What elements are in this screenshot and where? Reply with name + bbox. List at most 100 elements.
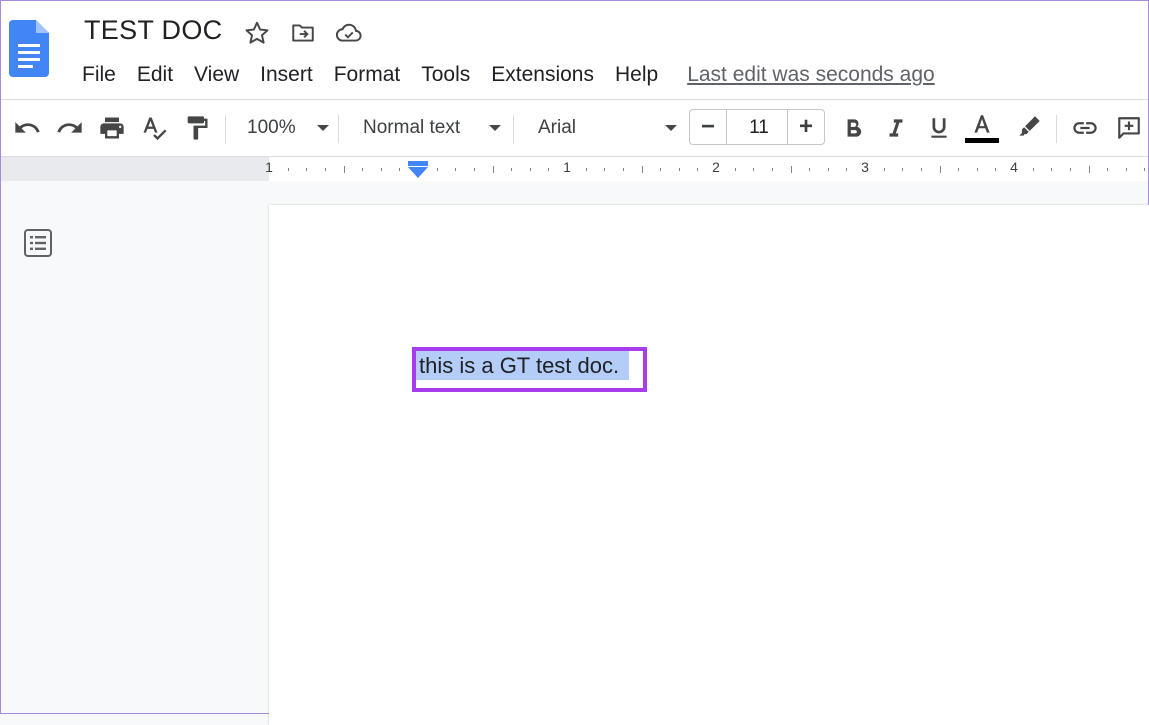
ruler-tick bbox=[678, 167, 680, 171]
ruler-tick bbox=[809, 167, 811, 171]
ruler-tick bbox=[1032, 167, 1034, 171]
bold-button[interactable] bbox=[835, 110, 871, 146]
ruler-label: 2 bbox=[712, 159, 720, 175]
redo-button[interactable] bbox=[52, 110, 88, 146]
outline-icon[interactable] bbox=[23, 228, 53, 258]
ruler-tick bbox=[604, 167, 606, 171]
ruler-tick bbox=[920, 167, 922, 171]
chevron-down-icon bbox=[489, 125, 501, 131]
spellcheck-icon bbox=[143, 117, 167, 141]
ruler-tick bbox=[1125, 167, 1127, 171]
menu-edit[interactable]: Edit bbox=[129, 61, 181, 89]
ruler-tick bbox=[1107, 167, 1109, 171]
ruler-tick bbox=[380, 167, 382, 171]
ruler-tick bbox=[511, 167, 513, 171]
ruler-tick bbox=[287, 167, 289, 171]
cloud-saved-icon bbox=[336, 23, 362, 42]
document-status-button[interactable] bbox=[335, 19, 363, 47]
highlight-icon bbox=[1019, 116, 1040, 136]
toolbar-separator bbox=[338, 115, 339, 143]
ruler-tick bbox=[660, 167, 662, 171]
ruler-tick bbox=[362, 167, 364, 171]
ruler-tick bbox=[958, 167, 960, 171]
document-page[interactable] bbox=[269, 205, 1149, 725]
last-edit-link[interactable]: Last edit was seconds ago bbox=[687, 63, 935, 87]
paragraph-style-value: Normal text bbox=[363, 117, 461, 138]
undo-icon bbox=[15, 122, 40, 133]
ruler-tick bbox=[473, 167, 475, 171]
font-size-stepper: − + bbox=[689, 109, 825, 145]
zoom-select[interactable]: 100% bbox=[241, 110, 329, 146]
print-button[interactable] bbox=[94, 110, 130, 146]
ruler-tick bbox=[492, 165, 494, 173]
ruler-label: 1 bbox=[265, 159, 273, 175]
text-color-button[interactable] bbox=[963, 110, 1001, 146]
decrease-font-size-button[interactable]: − bbox=[690, 110, 727, 144]
ruler-tick bbox=[324, 167, 326, 171]
ruler-tick bbox=[585, 167, 587, 171]
paragraph-style-select[interactable]: Normal text bbox=[355, 110, 501, 146]
ruler-tick bbox=[622, 167, 624, 171]
ruler-tick bbox=[790, 165, 792, 173]
ruler-tick bbox=[436, 167, 438, 171]
bold-icon bbox=[847, 119, 862, 137]
text-color-bar bbox=[965, 138, 999, 143]
star-button[interactable] bbox=[243, 19, 271, 47]
add-comment-icon bbox=[1118, 117, 1140, 139]
font-size-input[interactable] bbox=[727, 112, 791, 144]
insert-link-button[interactable] bbox=[1067, 110, 1103, 146]
link-icon bbox=[1073, 122, 1097, 134]
document-title[interactable]: TEST DOC bbox=[84, 15, 222, 46]
print-icon bbox=[100, 117, 124, 139]
italic-button[interactable] bbox=[878, 110, 914, 146]
menu-extensions[interactable]: Extensions bbox=[483, 61, 602, 89]
indent-marker-icon[interactable] bbox=[408, 161, 428, 179]
toolbar-separator bbox=[1056, 115, 1057, 143]
move-button[interactable] bbox=[289, 19, 317, 47]
menu-tools[interactable]: Tools bbox=[413, 61, 478, 89]
ruler-tick bbox=[1069, 167, 1071, 171]
toolbar-separator bbox=[225, 115, 226, 143]
ruler-tick bbox=[697, 167, 699, 171]
menu-insert[interactable]: Insert bbox=[252, 61, 321, 89]
undo-button[interactable] bbox=[9, 110, 45, 146]
zoom-value: 100% bbox=[247, 117, 296, 138]
paint-format-button[interactable] bbox=[179, 110, 215, 146]
menu-view[interactable]: View bbox=[186, 61, 247, 89]
menu-help[interactable]: Help bbox=[607, 61, 666, 89]
paint-format-icon bbox=[187, 116, 208, 140]
underline-button[interactable] bbox=[921, 110, 957, 146]
increase-font-size-button[interactable]: + bbox=[787, 110, 824, 144]
ruler-tick bbox=[306, 167, 308, 171]
title-bar: TEST DOC File Edit View Insert Format To… bbox=[1, 1, 1148, 100]
selected-document-text[interactable]: this is a GT test doc. bbox=[416, 351, 630, 380]
ruler-tick bbox=[734, 167, 736, 171]
chevron-down-icon bbox=[317, 125, 329, 131]
font-value: Arial bbox=[538, 117, 577, 138]
ruler-tick bbox=[846, 167, 848, 171]
ruler-tick bbox=[1144, 167, 1146, 171]
ruler-label: 1 bbox=[563, 159, 571, 175]
docs-logo-icon[interactable] bbox=[9, 20, 49, 77]
spellcheck-button[interactable] bbox=[136, 110, 172, 146]
ruler-tick bbox=[902, 167, 904, 171]
ruler-tick bbox=[529, 167, 531, 171]
chevron-down-icon bbox=[665, 125, 677, 131]
ruler-label: 4 bbox=[1010, 159, 1018, 175]
menu-format[interactable]: Format bbox=[326, 61, 409, 89]
add-comment-button[interactable] bbox=[1111, 110, 1147, 146]
ruler-tick bbox=[939, 165, 941, 173]
ruler-tick bbox=[753, 167, 755, 171]
highlight-color-button[interactable] bbox=[1010, 110, 1046, 146]
toolbar: 100% Normal text Arial − + bbox=[1, 100, 1148, 157]
underline-icon bbox=[931, 118, 947, 138]
menu-file[interactable]: File bbox=[74, 61, 124, 89]
menu-bar: File Edit View Insert Format Tools Exten… bbox=[74, 61, 935, 89]
star-icon bbox=[245, 21, 269, 44]
ruler-tick bbox=[399, 167, 401, 171]
ruler-tick bbox=[548, 167, 550, 171]
font-select[interactable]: Arial bbox=[529, 110, 677, 146]
ruler: 1 1 2 3 4 bbox=[1, 157, 1148, 181]
ruler-tick bbox=[995, 167, 997, 171]
ruler-tick bbox=[1051, 167, 1053, 171]
